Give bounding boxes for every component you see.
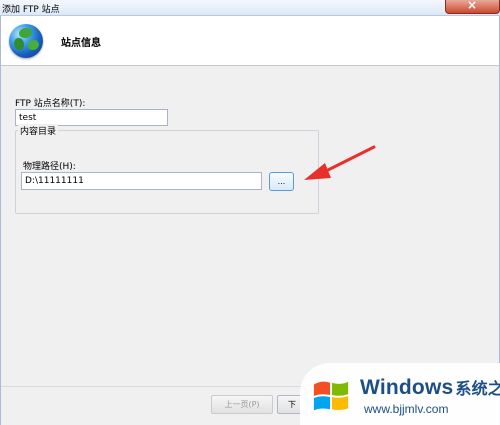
watermark-brand: Windows系统之家 [360, 376, 500, 399]
window-title: 添加 FTP 站点 [2, 5, 60, 15]
previous-button[interactable]: 上一页(P) [211, 395, 273, 414]
physical-path-input[interactable] [21, 172, 262, 190]
group-title: 内容目录 [18, 124, 59, 137]
close-icon: × [467, 0, 478, 12]
watermark: Windows系统之家 www.bjjmlv.com [300, 363, 500, 425]
globe-icon [9, 24, 43, 58]
watermark-url: www.bjjmlv.com [364, 402, 449, 416]
wizard-header: 站点信息 [1, 16, 499, 66]
browse-button[interactable]: ... [269, 172, 294, 191]
title-bar: 添加 FTP 站点 × [0, 0, 500, 16]
close-button[interactable]: × [445, 0, 500, 14]
red-arrow-icon [304, 145, 376, 180]
site-name-label: FTP 站点名称(T): [15, 99, 86, 109]
windows-logo-icon [313, 381, 349, 411]
physical-path-label: 物理路径(H): [23, 162, 76, 172]
page-title: 站点信息 [61, 38, 101, 49]
